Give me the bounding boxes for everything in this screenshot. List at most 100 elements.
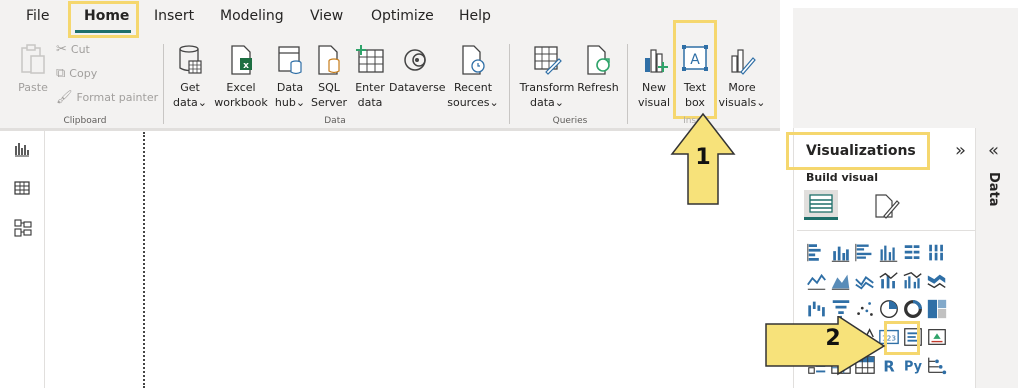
- new-visual-label-1: New: [642, 81, 666, 94]
- transform-data-button[interactable]: Transform data⌄: [518, 44, 576, 110]
- queries-group-label: Queries: [552, 116, 588, 126]
- line-and-stacked-column-chart-icon[interactable]: [878, 270, 900, 292]
- ribbon-separator: [627, 44, 628, 124]
- new-visual-icon: [645, 49, 668, 73]
- copy-button[interactable]: ⧉ Copy: [56, 66, 97, 81]
- new-visual-button[interactable]: New visual: [634, 44, 674, 110]
- text-box-label-2: box: [685, 96, 705, 109]
- refresh-label: Refresh: [577, 81, 619, 94]
- collapse-pane-icon[interactable]: »: [955, 140, 966, 161]
- cut-label: Cut: [70, 43, 90, 56]
- area-chart-icon[interactable]: [830, 270, 852, 292]
- new-visual-label-2: visual: [637, 96, 671, 109]
- format-visual-icon[interactable]: [872, 192, 902, 220]
- paste-button[interactable]: Paste: [16, 44, 50, 95]
- sql-server-button[interactable]: SQL Server: [311, 44, 347, 110]
- text-box-button[interactable]: A Text box: [676, 44, 714, 110]
- more-visuals-icon: [731, 49, 756, 75]
- data-hub-button[interactable]: Data hub⌄: [271, 44, 309, 110]
- transform-label-1: Transform: [519, 81, 575, 94]
- format-painter-button[interactable]: 🖌 Format painter: [56, 90, 158, 105]
- ribbon-chart-icon[interactable]: [926, 270, 948, 292]
- tab-help[interactable]: Help: [459, 8, 491, 24]
- tab-insert[interactable]: Insert: [154, 8, 194, 24]
- scissors-icon: ✂: [56, 42, 67, 57]
- paste-label: Paste: [18, 81, 48, 94]
- transform-label-2: data: [530, 96, 555, 109]
- svg-text:A: A: [690, 52, 700, 68]
- chevron-down-icon: ⌄: [197, 96, 207, 109]
- data-hub-label-1: Data: [276, 81, 304, 94]
- tab-home[interactable]: Home: [84, 8, 129, 24]
- enter-data-icon: [356, 45, 384, 73]
- get-data-button[interactable]: Get data⌄: [170, 44, 210, 110]
- more-visuals-button[interactable]: More visuals⌄: [718, 44, 766, 110]
- pane-header-area: [793, 8, 1018, 128]
- stacked-area-chart-icon[interactable]: [854, 270, 876, 292]
- line-chart-icon[interactable]: [806, 270, 828, 292]
- excel-icon: x: [231, 45, 252, 75]
- chevron-down-icon: ⌄: [295, 96, 306, 109]
- visualizations-title: Visualizations: [806, 143, 916, 159]
- card-highlight-box: [884, 321, 920, 355]
- chevron-down-icon: ⌄: [489, 96, 499, 109]
- refresh-button[interactable]: Refresh: [577, 44, 619, 95]
- ribbon-separator: [509, 44, 510, 124]
- treemap-icon[interactable]: [926, 298, 948, 320]
- enter-data-label-1: Enter: [355, 81, 385, 94]
- 100-stacked-bar-chart-icon[interactable]: [902, 242, 924, 264]
- tab-optimize[interactable]: Optimize: [371, 8, 434, 24]
- model-view-icon[interactable]: [14, 219, 32, 237]
- format-painter-label: Format painter: [76, 91, 159, 104]
- get-data-label-2: data: [173, 96, 198, 109]
- decomposition-tree-icon[interactable]: [926, 354, 948, 376]
- excel-label-2: workbook: [214, 96, 268, 109]
- kpi-icon[interactable]: [926, 326, 948, 348]
- excel-label-1: Excel: [226, 81, 256, 94]
- more-visuals-label-1: More: [728, 81, 756, 94]
- excel-workbook-button[interactable]: x Excel workbook: [213, 44, 269, 110]
- text-box-icon: A: [682, 45, 708, 71]
- table-view-icon[interactable]: [14, 180, 30, 196]
- transform-data-icon: [534, 46, 562, 75]
- build-visual-label: Build visual: [806, 171, 878, 184]
- more-visuals-label-2: visuals: [718, 96, 757, 109]
- copy-icon: ⧉: [56, 66, 66, 81]
- data-group-label: Data: [324, 116, 346, 126]
- svg-text:x: x: [243, 61, 249, 71]
- stacked-bar-chart-icon[interactable]: [806, 242, 828, 264]
- paste-icon: [21, 44, 45, 74]
- python-visual-icon[interactable]: Py: [902, 354, 924, 376]
- clipboard-group-label: Clipboard: [63, 116, 107, 126]
- report-view-icon[interactable]: [14, 141, 30, 157]
- dataverse-button[interactable]: Dataverse: [389, 44, 446, 95]
- svg-text:Py: Py: [904, 360, 923, 375]
- rail-border: [44, 128, 45, 388]
- sql-label-2: Server: [311, 96, 348, 109]
- clustered-bar-chart-icon[interactable]: [854, 242, 876, 264]
- ribbon-shadow: [0, 128, 780, 131]
- get-data-label-1: Get: [180, 81, 200, 94]
- enter-data-label-2: data: [357, 96, 383, 109]
- callout-number-2: 2: [825, 326, 841, 351]
- chevron-down-icon: ⌄: [756, 96, 766, 109]
- tab-view[interactable]: View: [310, 8, 343, 24]
- database-table-icon: [179, 45, 202, 74]
- tab-home-underline: [75, 30, 131, 33]
- expand-data-pane-icon[interactable]: «: [988, 140, 999, 161]
- recent-sources-button[interactable]: Recent sources⌄: [447, 44, 499, 110]
- recent-sources-icon: [462, 45, 485, 75]
- line-and-clustered-column-chart-icon[interactable]: [902, 270, 924, 292]
- clustered-column-chart-icon[interactable]: [878, 242, 900, 264]
- stacked-column-chart-icon[interactable]: [830, 242, 852, 264]
- ribbon-separator: [163, 44, 164, 124]
- tab-file[interactable]: File: [26, 8, 49, 24]
- data-pane-label: Data: [986, 172, 1001, 207]
- dataverse-icon: [404, 49, 426, 71]
- donut-chart-icon[interactable]: [902, 298, 924, 320]
- build-visual-tab[interactable]: [804, 190, 838, 220]
- 100-stacked-column-chart-icon[interactable]: [926, 242, 948, 264]
- tab-modeling[interactable]: Modeling: [220, 8, 284, 24]
- enter-data-button[interactable]: Enter data: [352, 44, 388, 110]
- cut-button[interactable]: ✂ Cut: [56, 42, 90, 57]
